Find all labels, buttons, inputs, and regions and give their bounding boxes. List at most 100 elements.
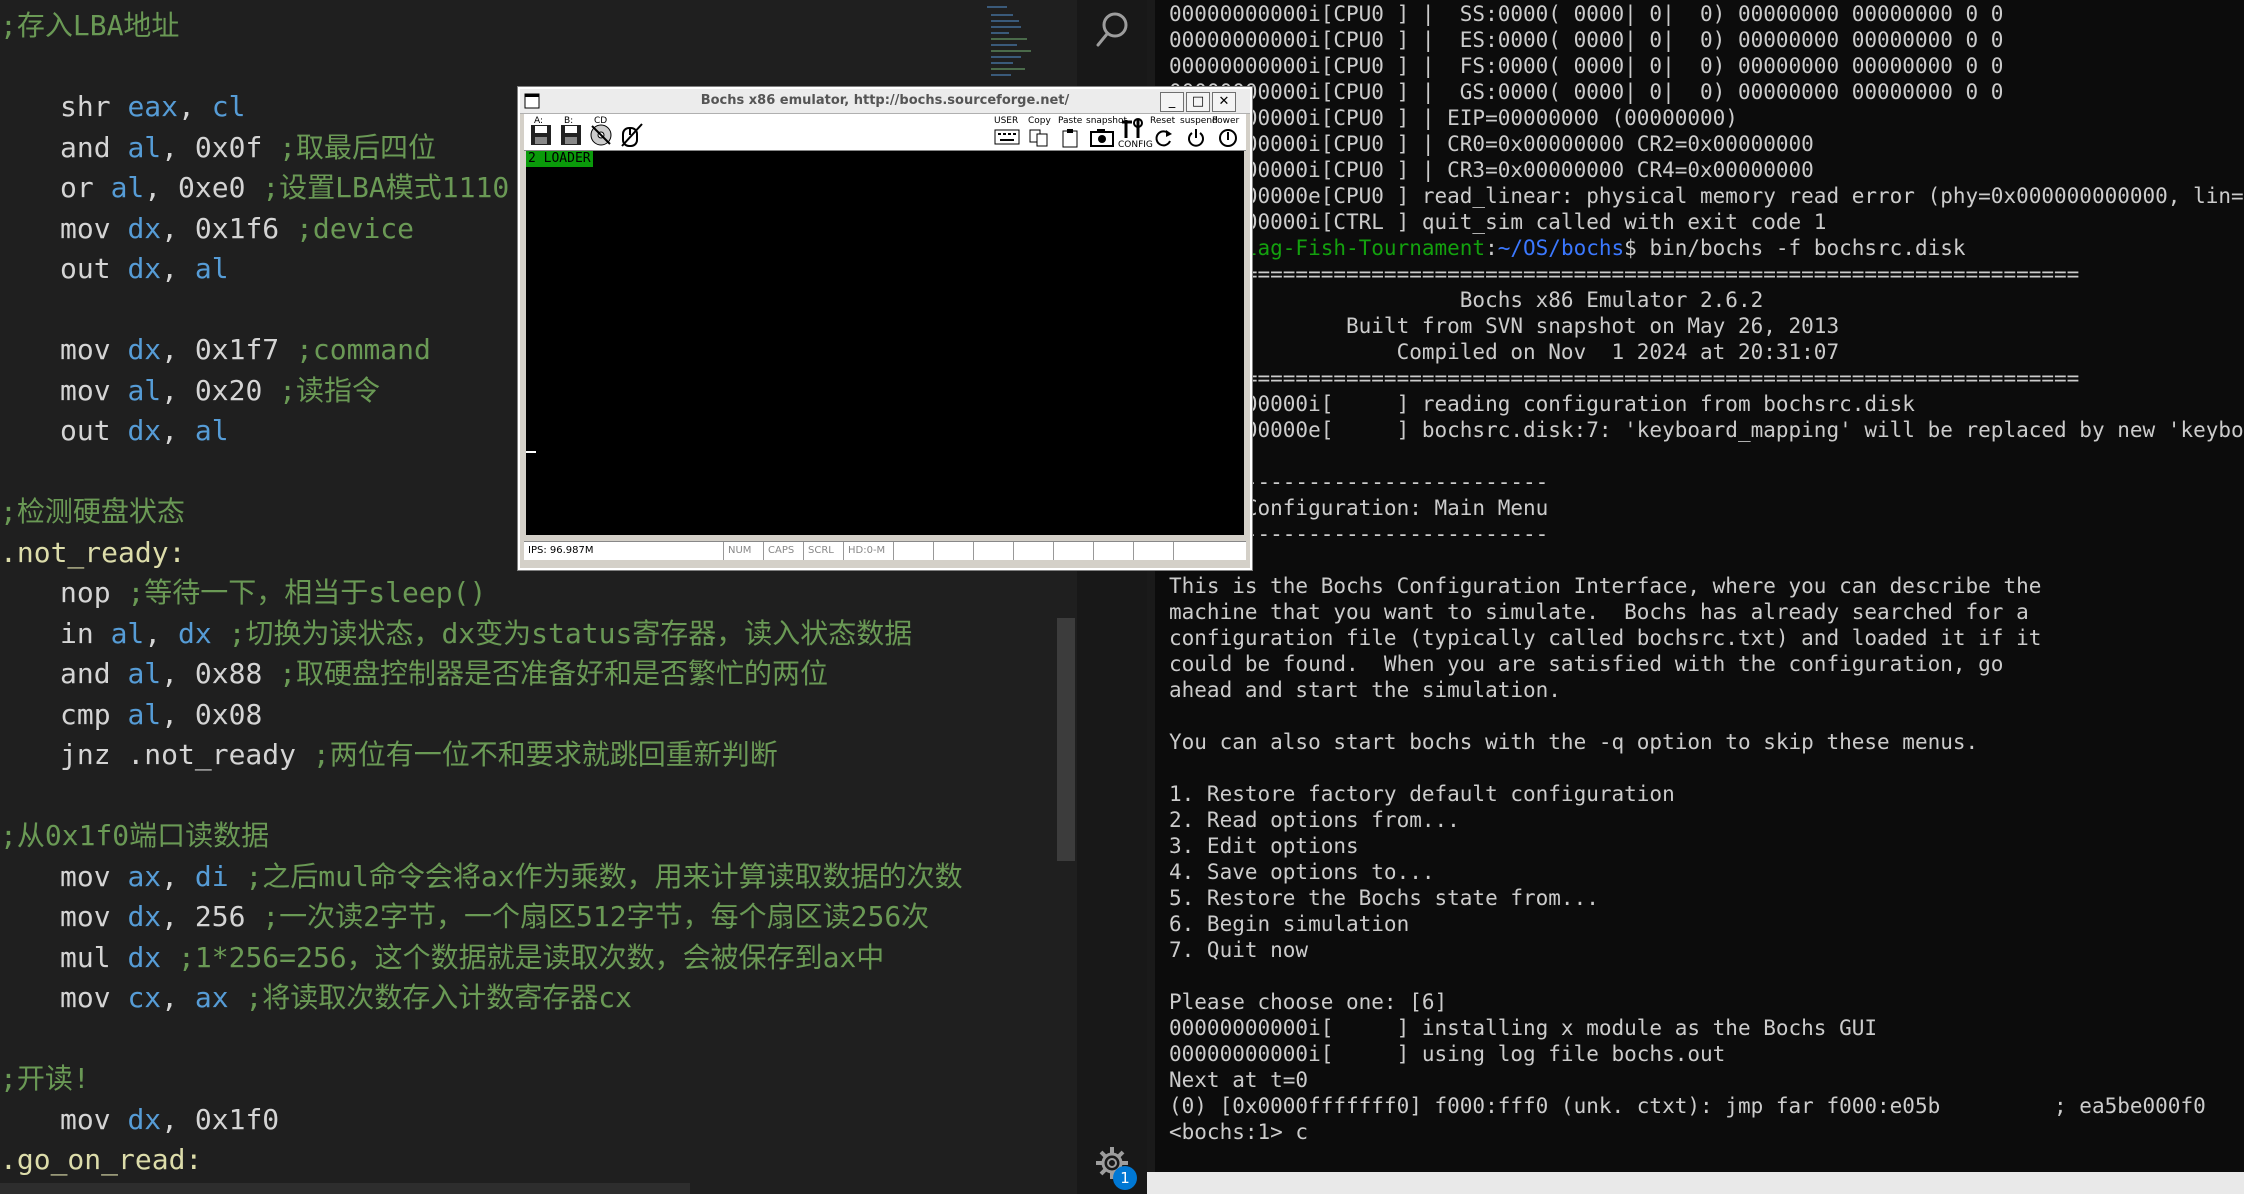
power-button[interactable]: Power [1212, 116, 1242, 148]
code-line[interactable]: cmp al, 0x08 [0, 695, 262, 735]
editor-scroll-thumb[interactable] [1057, 618, 1075, 861]
paste-label: Paste [1058, 116, 1083, 126]
terminal-text: 00000000000i[ ] installing x module as t… [1169, 1016, 1878, 1040]
code-token: .not_ready: [0, 535, 186, 569]
notification-badge[interactable]: 1 [1113, 1166, 1137, 1190]
code-token: , [161, 414, 195, 447]
code-token: ;一次读2字节，一个扇区512字节，每个扇区读256次 [262, 900, 930, 933]
snapshot-icon [1090, 129, 1114, 147]
terminal-text: ahead and start the simulation. [1169, 678, 1561, 702]
terminal-text: 00000000000i[CPU0 ] | CR3=0x00000000 CR4… [1169, 158, 1814, 182]
code-token: and [60, 657, 128, 690]
cdrom-button[interactable]: CD [586, 116, 616, 148]
snapshot-button[interactable]: snapshot [1086, 116, 1127, 148]
code-token: al [127, 657, 162, 690]
bochs-title-bar[interactable]: Bochs x86 emulator, http://bochs.sourcef… [520, 89, 1250, 114]
code-token: dx [127, 211, 162, 245]
minimize-button[interactable]: _ [1160, 92, 1184, 112]
code-line[interactable]: ;开读! [0, 1059, 90, 1099]
code-token: al [194, 252, 229, 285]
editor-horizontal-scrollbar[interactable] [0, 1183, 690, 1194]
code-line[interactable]: shr eax, cl [0, 87, 245, 127]
code-line[interactable]: ;存入LBA地址 [0, 6, 179, 46]
code-line[interactable]: out dx, al [0, 411, 229, 451]
code-token: , 0x20 [161, 373, 280, 407]
suspend-icon [1188, 129, 1204, 147]
terminal-text: Next at t=0 [1169, 1068, 1309, 1092]
paste-button[interactable]: Paste [1056, 116, 1086, 148]
user-button[interactable]: USER [992, 116, 1022, 148]
emulator-screen-text: 2 LOADER [526, 151, 593, 167]
status-slot [1134, 542, 1174, 560]
terminal-text: Please choose one: [6] [1169, 990, 1448, 1014]
terminal-line: 1. Restore factory default configuration [1169, 781, 1675, 807]
code-token: dx [127, 1102, 162, 1136]
scroll-lock-indicator: SCRL [804, 542, 844, 560]
code-token: , [161, 252, 195, 285]
copy-button[interactable]: Copy [1024, 116, 1054, 148]
reset-button[interactable]: Reset [1148, 116, 1178, 148]
code-line[interactable]: ;从0x1f0端口读数据 [0, 816, 269, 856]
terminal-line: 7. Quit now [1169, 937, 1308, 963]
status-slot [934, 542, 974, 560]
code-token: ;开读! [0, 1062, 90, 1095]
close-button[interactable]: ✕ [1212, 92, 1236, 112]
search-icon[interactable] [1093, 8, 1133, 52]
status-slot [1174, 542, 1246, 560]
code-token: ;1*256=256，这个数据就是读取次数，会被保存到ax中 [161, 940, 885, 974]
code-line[interactable]: mov cx, ax ;将读取次数存入计数寄存器cx [0, 978, 632, 1018]
code-line[interactable]: nop ;等待一下，相当于sleep() [0, 573, 486, 613]
emulator-display[interactable]: 2 LOADER [526, 151, 1244, 535]
terminal-text: 5. Restore the Bochs state from... [1169, 886, 1599, 910]
code-line[interactable]: mov al, 0x20 ;读指令 [0, 371, 380, 411]
code-token: al [194, 414, 229, 447]
code-line[interactable]: out dx, al [0, 249, 229, 289]
suspend-button[interactable]: suspend [1180, 116, 1218, 148]
code-token: ;存入LBA地址 [0, 9, 180, 42]
code-line[interactable]: mov ax, di ;之后mul命令会将ax作为乘数，用来计算读取数据的次数 [0, 857, 963, 897]
status-slot [1054, 542, 1094, 560]
code-token: cl [211, 90, 246, 123]
code-token: al [127, 373, 162, 407]
code-line[interactable]: ;检测硬盘状态 [0, 492, 185, 532]
code-line[interactable]: and al, 0x0f ;取最后四位 [0, 128, 436, 168]
code-token: mov [60, 859, 128, 893]
terminal[interactable]: 00000000000i[CPU0 ] | SS:0000( 0000| 0| … [1147, 0, 2244, 1194]
code-token: mov [60, 373, 128, 407]
caps-lock-indicator: CAPS [764, 542, 804, 560]
status-slot [1094, 542, 1134, 560]
mouse-capture-button[interactable] [616, 116, 646, 148]
code-line[interactable]: in al, dx ;切换为读状态，dx变为status寄存器，读入状态数据 [0, 614, 912, 654]
bochs-window[interactable]: Bochs x86 emulator, http://bochs.sourcef… [518, 87, 1252, 570]
terminal-line: Built from SVN snapshot on May 26, 2013 [1169, 313, 1839, 339]
user-label: USER [994, 116, 1019, 126]
terminal-line: Next at t=0 [1169, 1067, 1308, 1093]
code-line[interactable]: jnz .not_ready ;两位有一位不和要求就跳回重新判断 [0, 735, 778, 775]
code-line[interactable]: mov dx, 0x1f6 ;device [0, 209, 414, 249]
code-line[interactable]: mul dx ;1*256=256，这个数据就是读取次数，会被保存到ax中 [0, 938, 884, 978]
code-token: , 0x1f0 [161, 1102, 280, 1136]
floppy-a-button[interactable]: A: [526, 116, 556, 148]
terminal-text: could be found. When you are satisfied w… [1169, 652, 2004, 676]
terminal-text: 00000000000i[CPU0 ] | GS:0000( 0000| 0| … [1169, 80, 2004, 104]
terminal-line: 00000000000i[CPU0 ] | FS:0000( 0000| 0| … [1169, 53, 2003, 79]
code-token: ;读指令 [279, 373, 381, 407]
terminal-text: You can also start bochs with the -q opt… [1169, 730, 1979, 754]
code-line[interactable]: or al, 0xe0 ;设置LBA模式1110 [0, 168, 509, 208]
terminal-line: ========================================… [1169, 365, 2079, 391]
code-token: mov [60, 211, 128, 245]
code-token: al [110, 171, 145, 204]
code-token: dx [127, 900, 162, 933]
code-line[interactable]: mov dx, 256 ;一次读2字节，一个扇区512字节，每个扇区读256次 [0, 897, 929, 937]
floppy-b-button[interactable]: B: [556, 116, 586, 148]
code-line[interactable]: mov dx, 0x1f7 ;command [0, 330, 431, 370]
code-line[interactable]: .not_ready: [0, 533, 185, 573]
terminal-text: configuration file (typically called boc… [1169, 626, 2042, 650]
code-token: ;command [296, 333, 431, 366]
code-line[interactable]: mov dx, 0x1f0 [0, 1100, 279, 1140]
code-token: ;之后mul命令会将ax作为乘数，用来计算读取数据的次数 [228, 859, 963, 893]
maximize-button[interactable]: □ [1186, 92, 1210, 112]
code-line[interactable]: and al, 0x88 ;取硬盘控制器是否准备好和是否繁忙的两位 [0, 654, 828, 694]
code-line[interactable]: .go_on_read: [0, 1140, 202, 1180]
config-button[interactable]: CONFIG [1118, 116, 1153, 150]
